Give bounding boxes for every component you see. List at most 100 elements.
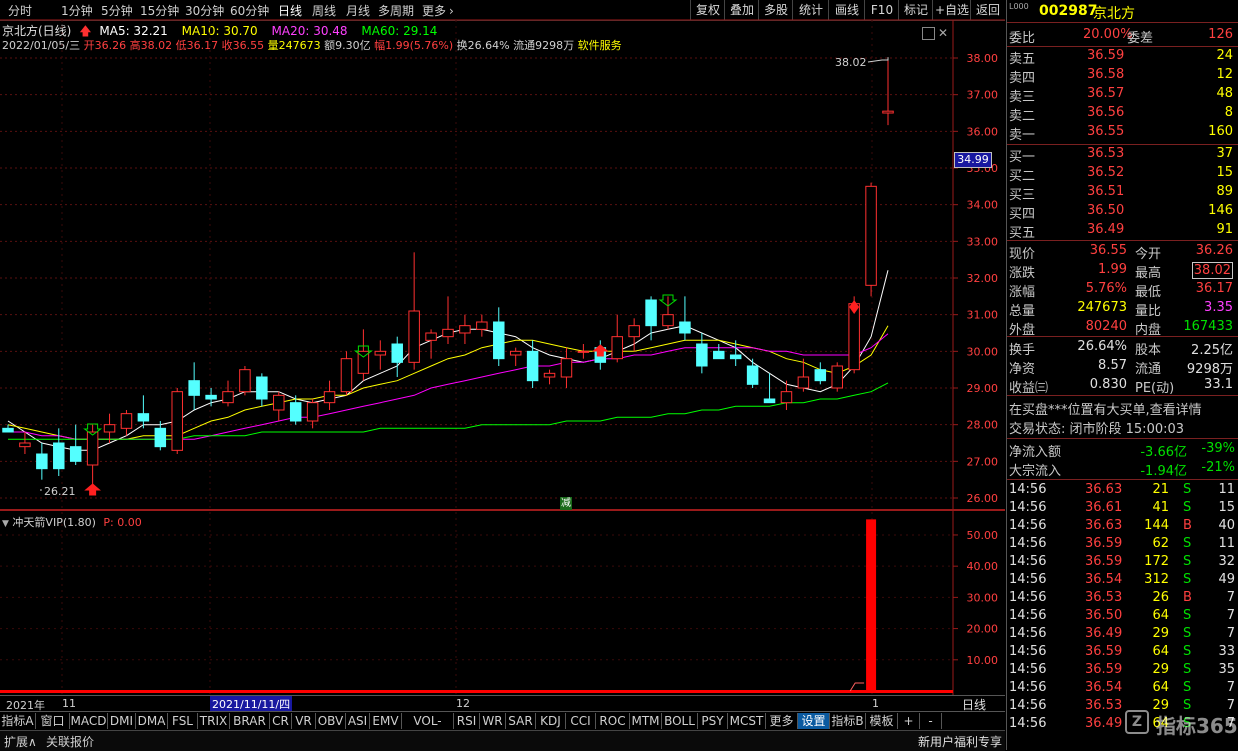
weibi-value: 20.00% (1083, 27, 1133, 42)
tab-22[interactable]: PSY (698, 713, 728, 729)
tick-side: S (1183, 626, 1192, 641)
tick-row: 14:56 36.59 64 S 33 (1007, 644, 1238, 662)
candle-body (374, 350, 387, 356)
tab-12[interactable]: EMV (370, 713, 402, 729)
stat-label: PE(动) (1135, 381, 1175, 396)
candle-body (831, 365, 843, 389)
tick-count: 7 (1226, 626, 1235, 641)
sell-row: 卖四 36.58 12 (1007, 67, 1238, 86)
candle-body (865, 185, 877, 286)
indicator-p-value: P: 0.00 (103, 516, 142, 529)
tab-20[interactable]: MTM (630, 713, 662, 729)
quote-label: 量比 (1135, 304, 1162, 319)
tab-6[interactable]: TRIX (198, 713, 230, 729)
quote-label: 现价 (1009, 247, 1036, 262)
tab-19[interactable]: ROC (596, 713, 630, 729)
quote-label: 最高 (1135, 266, 1162, 281)
tick-volume: 312 (1144, 572, 1169, 587)
sell-level-label: 卖三 (1009, 90, 1036, 105)
candle-body (543, 372, 556, 378)
buy-level-label: 买一 (1009, 150, 1036, 165)
flow-row: 大宗流入 -1.94亿 -21% (1007, 460, 1238, 479)
candle-body (763, 398, 776, 404)
tab-14[interactable]: RSI (454, 713, 480, 729)
candle-body (509, 350, 522, 356)
tab-27[interactable]: 模板 (866, 713, 898, 729)
tab-5[interactable]: FSL (168, 713, 198, 729)
tick-time: 14:56 (1009, 572, 1047, 587)
candle-body (526, 350, 539, 382)
candle-body (222, 391, 234, 404)
tab-7[interactable]: BRAR (230, 713, 270, 729)
tab-1[interactable]: 窗口 (36, 713, 70, 729)
tick-count: 35 (1218, 662, 1235, 677)
quote-row: 涨跌 1.99 最高 38.02 (1007, 262, 1238, 281)
indicator-name[interactable]: 冲天箭VIP(1.80) (12, 516, 95, 529)
tick-count: 11 (1218, 482, 1235, 497)
related-quote-button[interactable]: 关联报价 (46, 733, 94, 750)
big-order-notice[interactable]: 在买盘***位置有大买单,查看详情 (1009, 399, 1202, 418)
tick-side: S (1183, 680, 1192, 695)
indicator-dropdown-icon[interactable]: ▼ (2, 519, 9, 529)
flow-label: 净流入额 (1009, 445, 1062, 460)
tick-side: S (1183, 482, 1192, 497)
ma-line-ma60 (8, 382, 889, 440)
tab-11[interactable]: ASI (346, 713, 370, 729)
candle-body (560, 358, 573, 378)
tab-0[interactable]: 指标A (0, 713, 36, 729)
tab-15[interactable]: WR (480, 713, 506, 729)
tab-10[interactable]: OBV (316, 713, 346, 729)
date-axis-nov: 11 (62, 697, 76, 710)
tab-16[interactable]: SAR (506, 713, 536, 729)
stock-code: 002987 (1039, 3, 1098, 19)
tick-count: 7 (1226, 680, 1235, 695)
tab-9[interactable]: VR (292, 713, 316, 729)
tab-23[interactable]: MCST (728, 713, 766, 729)
price-axis-label: 37.00 (967, 89, 999, 102)
stat-value: 26.64% (1077, 339, 1127, 354)
status-bar: 扩展∧ 关联报价 新用户福利专享 (0, 730, 1005, 751)
expand-button[interactable]: 扩展∧ (4, 733, 37, 750)
tab-17[interactable]: KDJ (536, 713, 566, 729)
tab-21[interactable]: BOLL (662, 713, 698, 729)
candle-body (69, 446, 82, 462)
tick-row: 14:56 36.54 64 S 7 (1007, 680, 1238, 698)
buy-volume: 91 (1216, 222, 1233, 237)
promo-link[interactable]: 新用户福利专享 (918, 733, 1002, 750)
tab-2[interactable]: MACD (70, 713, 108, 729)
notice-row[interactable]: 在买盘***位置有大买单,查看详情 (1007, 399, 1238, 418)
tick-count: 7 (1226, 590, 1235, 605)
tick-row: 14:56 36.54 312 S 49 (1007, 572, 1238, 590)
indicator-tabs: 指标A 窗口 MACD DMI DMA FSL TRIX BRAR CR VR OBV ASI EMV V… (0, 711, 1005, 744)
tick-price: 36.53 (1085, 698, 1123, 713)
tab-25[interactable]: 设置 (798, 713, 830, 729)
price-axis-label: 31.00 (967, 309, 999, 322)
tab-3[interactable]: DMI (108, 713, 136, 729)
stat-value: 2.25亿 (1191, 343, 1233, 358)
tab-26[interactable]: 指标B (830, 713, 866, 729)
tick-count: 7 (1226, 608, 1235, 623)
high-annotation-value: 38.02 (835, 56, 867, 69)
tick-row: 14:56 36.61 41 S 15 (1007, 500, 1238, 518)
candle-body (729, 354, 742, 360)
date-axis: 2021年 11 2021/11/11/四 12 1 日线 (0, 695, 1005, 712)
tab-13[interactable]: VOL-TDX (402, 713, 454, 744)
tab-29[interactable]: - (920, 713, 942, 729)
tab-4[interactable]: DMA (136, 713, 168, 729)
tick-price: 36.54 (1085, 680, 1123, 695)
kline-chart[interactable]: 38.0037.0036.0035.0034.0033.0032.0031.00… (0, 0, 1005, 711)
tick-time: 14:56 (1009, 680, 1047, 695)
candle-body (391, 343, 403, 363)
candle-body (289, 402, 302, 422)
tab-18[interactable]: CCI (566, 713, 596, 729)
price-axis-label: 26.00 (967, 492, 999, 505)
candle-body (611, 336, 623, 360)
tab-28[interactable]: + (898, 713, 920, 729)
tab-24[interactable]: 更多 (766, 713, 798, 729)
tab-8[interactable]: CR (270, 713, 292, 729)
tick-price: 36.63 (1085, 518, 1123, 533)
sell-volume: 48 (1216, 86, 1233, 101)
candle-body (814, 369, 827, 382)
indicator-bars (0, 519, 953, 693)
candle-body (425, 332, 437, 341)
